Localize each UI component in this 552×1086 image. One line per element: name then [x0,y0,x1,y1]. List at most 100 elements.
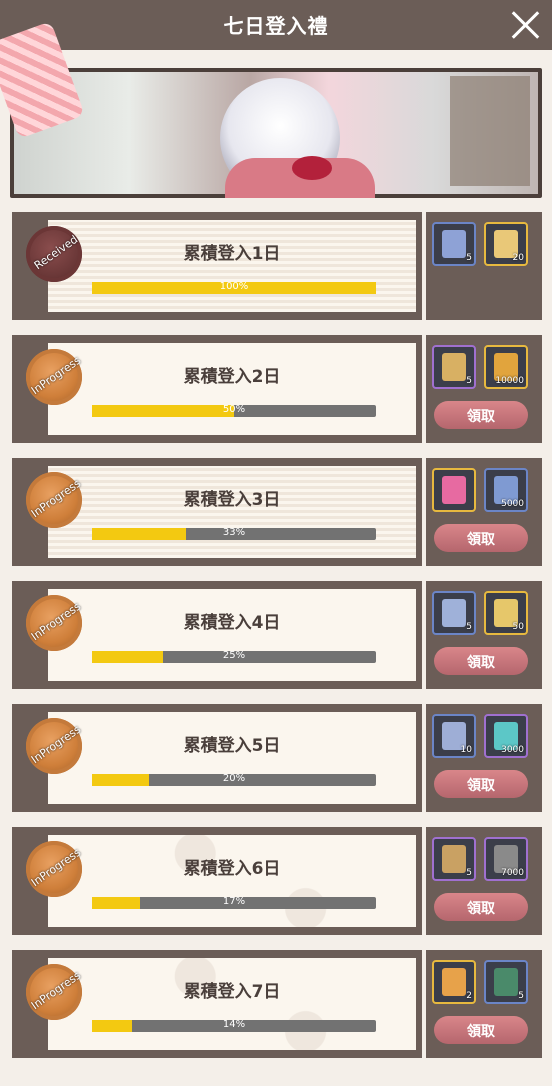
reward-item[interactable] [432,468,476,512]
reward-card: 累積登入5日 20% InProgress [12,704,422,812]
claim-button[interactable]: 領取 [434,524,528,552]
status-seal: InProgress [26,349,83,405]
reward-item[interactable]: 2 [432,960,476,1004]
status-seal: InProgress [26,964,83,1020]
reward-item[interactable]: 5 [432,591,476,635]
progress-percent: 50% [222,404,246,415]
progress-percent: 25% [222,650,246,661]
reward-item[interactable]: 5 [484,960,528,1004]
status-seal: Received [26,226,82,282]
reward-item[interactable]: 5000 [484,468,528,512]
reward-side-panel: 5 7000 領取 [426,827,542,935]
item-qty: 50 [512,622,524,632]
item-qty: 2 [466,991,472,1001]
card-paper [48,835,416,927]
reward-card: 累積登入6日 17% InProgress [12,827,422,935]
item-qty: 20 [512,253,524,263]
row-title: 累積登入5日 [183,736,281,756]
reward-item[interactable]: 3000 [484,714,528,758]
card-paper [48,343,416,435]
item-qty: 5 [466,376,472,386]
item-icon [442,353,466,381]
page-title: 七日登入禮 [223,14,329,38]
reward-card: 累積登入2日 50% InProgress [12,335,422,443]
reward-row: 累積登入3日 33% InProgress 5000 領取 [12,458,542,566]
card-paper [48,220,416,312]
progress-bar: 25% [92,650,376,663]
progress-percent: 20% [222,773,246,784]
reward-side-panel: 5 50 領取 [426,581,542,689]
reward-side-panel: 2 5 領取 [426,950,542,1058]
reward-row: 累積登入6日 17% InProgress 5 7000 領取 [12,827,542,935]
item-icon [442,599,466,627]
reward-row: 累積登入7日 14% InProgress 2 5 領取 [12,950,542,1058]
item-qty: 5000 [501,499,524,509]
reward-row: 累積登入1日 100% Received 5 20 [12,212,542,320]
progress-bar: 33% [92,527,376,540]
status-seal: InProgress [26,595,83,651]
item-icon [494,968,518,996]
header-bar: 七日登入禮 [0,0,552,50]
status-seal: InProgress [26,472,83,528]
reward-side-panel: 5 10000 領取 [426,335,542,443]
item-qty: 5 [466,622,472,632]
reward-item[interactable]: 10 [432,714,476,758]
card-paper [48,712,416,804]
item-qty: 5 [466,868,472,878]
status-seal: InProgress [26,841,83,897]
item-qty: 5 [466,253,472,263]
reward-item[interactable]: 10000 [484,345,528,389]
status-seal: InProgress [26,718,83,774]
item-icon [442,968,466,996]
reward-card: 累積登入7日 14% InProgress [12,950,422,1058]
item-icon [442,230,466,258]
progress-bar: 50% [92,404,376,417]
progress-percent: 17% [222,896,246,907]
progress-bar: 17% [92,896,376,909]
reward-item[interactable]: 5 [432,222,476,266]
progress-percent: 33% [222,527,246,538]
row-title: 累積登入2日 [183,367,281,387]
card-paper [48,958,416,1050]
reward-card: 累積登入4日 25% InProgress [12,581,422,689]
banner-image [10,68,542,198]
close-icon[interactable] [508,8,542,42]
row-title: 累積登入7日 [183,982,281,1002]
progress-percent: 100% [219,281,249,292]
claim-button[interactable]: 領取 [434,770,528,798]
claim-button[interactable]: 領取 [434,647,528,675]
reward-side-panel: 10 3000 領取 [426,704,542,812]
reward-item[interactable]: 20 [484,222,528,266]
row-title: 累積登入3日 [183,490,281,510]
progress-bar: 100% [92,281,376,294]
item-qty: 10000 [495,376,524,386]
claim-button[interactable]: 領取 [434,893,528,921]
reward-card: 累積登入3日 33% InProgress [12,458,422,566]
reward-row: 累積登入2日 50% InProgress 5 10000 領取 [12,335,542,443]
card-paper [48,466,416,558]
row-title: 累積登入1日 [183,244,281,264]
card-paper [48,589,416,681]
claim-button[interactable]: 領取 [434,1016,528,1044]
reward-item[interactable]: 50 [484,591,528,635]
item-qty: 7000 [501,868,524,878]
item-icon [442,845,466,873]
claim-button[interactable]: 領取 [434,401,528,429]
reward-item[interactable]: 7000 [484,837,528,881]
reward-side-panel: 5 20 [426,212,542,320]
item-qty: 3000 [501,745,524,755]
reward-side-panel: 5000 領取 [426,458,542,566]
progress-bar: 14% [92,1019,376,1032]
reward-item[interactable]: 5 [432,345,476,389]
row-title: 累積登入6日 [183,859,281,879]
progress-bar: 20% [92,773,376,786]
item-qty: 5 [518,991,524,1001]
progress-percent: 14% [222,1019,246,1030]
reward-row: 累積登入4日 25% InProgress 5 50 領取 [12,581,542,689]
item-icon [442,476,466,504]
item-qty: 10 [460,745,472,755]
reward-card: 累積登入1日 100% Received [12,212,422,320]
reward-item[interactable]: 5 [432,837,476,881]
row-title: 累積登入4日 [183,613,281,633]
reward-row: 累積登入5日 20% InProgress 10 3000 領取 [12,704,542,812]
